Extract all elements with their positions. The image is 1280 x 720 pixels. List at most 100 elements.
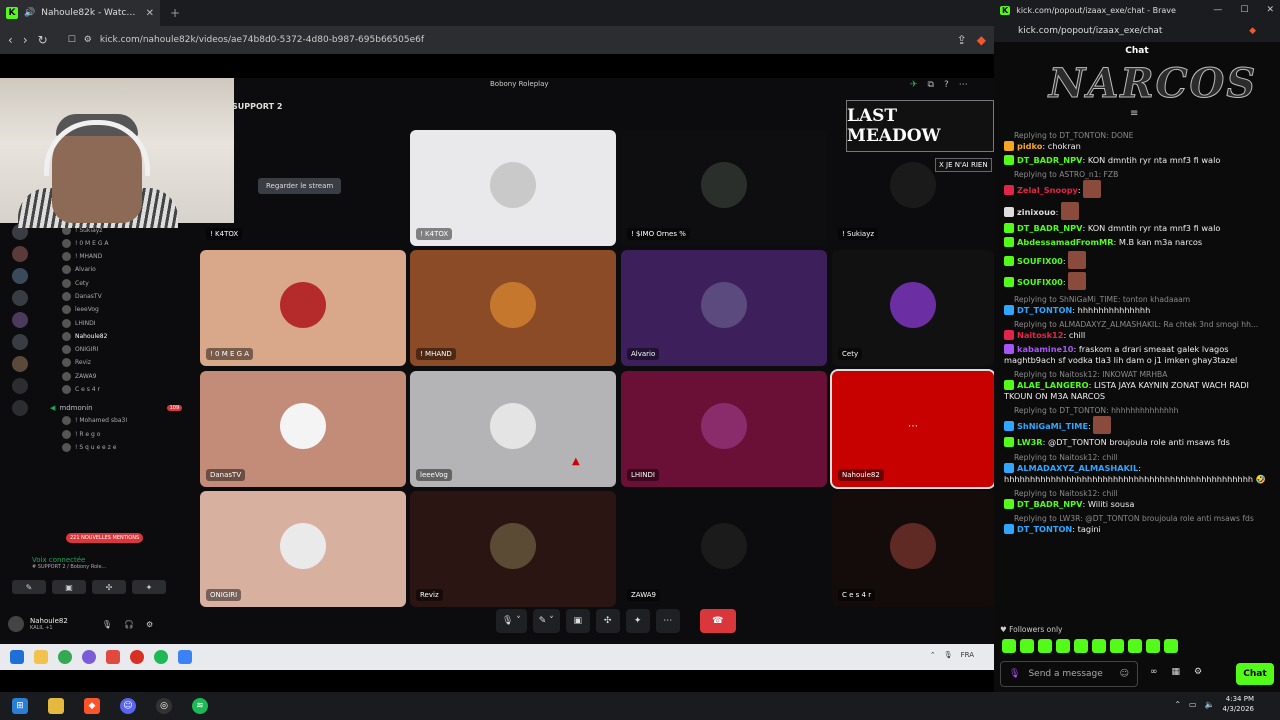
participant-tile[interactable]: ! MHAND xyxy=(410,250,616,366)
chat-username[interactable]: SOUFIX00 xyxy=(1017,277,1063,287)
file-explorer-icon[interactable] xyxy=(48,698,64,714)
activities-button[interactable]: ✣ xyxy=(595,609,620,633)
soundboard-icon[interactable]: ✦ xyxy=(132,580,166,594)
channel-user[interactable]: ! MHAND xyxy=(62,251,190,263)
emote-icon[interactable] xyxy=(1128,639,1142,653)
link-icon[interactable]: ∞ xyxy=(1150,667,1158,677)
address-bar[interactable]: ☐ ⚙ kick.com/nahoule82k/videos/ae74b8d0-… xyxy=(58,30,947,50)
volume-icon[interactable]: 🔈 xyxy=(1205,700,1215,709)
network-icon[interactable]: ▭ xyxy=(1189,700,1197,709)
forward-icon[interactable]: › xyxy=(23,33,28,47)
participant-tile[interactable]: ! 0 M E G A xyxy=(200,250,406,366)
chat-username[interactable]: DT_TONTON xyxy=(1017,305,1072,315)
channel-user[interactable]: leeeVog xyxy=(62,304,190,316)
back-icon[interactable]: ‹ xyxy=(8,33,13,47)
channel-user[interactable]: Reviz xyxy=(62,357,190,369)
minimize-icon[interactable]: — xyxy=(1213,5,1222,15)
chat-username[interactable]: DT_BADR_NPV xyxy=(1017,499,1082,509)
emote-icon[interactable] xyxy=(1002,639,1016,653)
emote-icon[interactable] xyxy=(1092,639,1106,653)
pinned-toggle-icon[interactable]: ≡ xyxy=(1130,108,1138,119)
help-icon[interactable]: ? xyxy=(944,80,949,90)
channel-user[interactable]: C e s 4 r xyxy=(62,384,190,396)
emote-icon[interactable] xyxy=(1020,639,1034,653)
more-button[interactable]: ⋯ xyxy=(655,609,680,633)
site-info-icon[interactable]: ⚙ xyxy=(84,35,92,45)
start-icon[interactable]: ⊞ xyxy=(12,698,28,714)
chat-username[interactable]: Zelal_Snoopy xyxy=(1017,185,1078,195)
screen-share-icon[interactable]: ▣ xyxy=(52,580,86,594)
brave-shield-icon[interactable]: ◆ xyxy=(977,33,986,47)
channel-user[interactable]: ! Mohamed sba3I xyxy=(62,415,190,427)
participant-tile[interactable]: ! K4TOX xyxy=(410,130,616,246)
mic-toggle-button[interactable]: 🎙 ˅ xyxy=(496,609,527,633)
headset-icon[interactable]: 🎧 xyxy=(124,620,134,629)
discord-icon[interactable]: ☺ xyxy=(120,698,136,714)
participant-tile[interactable]: Reviz xyxy=(410,491,616,607)
chat-username[interactable]: kabamine10 xyxy=(1017,344,1073,354)
chat-username[interactable]: ALAE_LANGERO xyxy=(1017,380,1089,390)
obs-icon[interactable]: ◎ xyxy=(156,698,172,714)
chat-username[interactable]: AbdessamadFromMR xyxy=(1017,237,1114,247)
share-icon[interactable]: ⇪ xyxy=(957,33,967,47)
channel-user[interactable]: DanasTV xyxy=(62,290,190,302)
emote-icon[interactable] xyxy=(1074,639,1088,653)
chat-username[interactable]: zinixouo xyxy=(1017,207,1056,217)
close-icon[interactable]: ✕ xyxy=(1266,5,1274,15)
emote-icon[interactable] xyxy=(1146,639,1160,653)
chat-username[interactable]: pidko xyxy=(1017,141,1042,151)
store-icon[interactable]: ▦ xyxy=(1172,667,1181,677)
send-chat-button[interactable]: Chat xyxy=(1236,663,1274,685)
settings-icon[interactable]: ⚙ xyxy=(1194,667,1202,677)
bookmark-icon[interactable]: ☐ xyxy=(68,35,76,45)
chat-username[interactable]: LW3R xyxy=(1017,437,1043,447)
new-tab-icon[interactable]: + xyxy=(170,6,180,20)
channel-user[interactable]: ! S q u e e z e xyxy=(62,441,190,453)
more-icon[interactable]: ⋯ xyxy=(959,80,968,90)
participant-tile[interactable]: Cety xyxy=(832,250,994,366)
channel-user[interactable]: ONIGIRI xyxy=(62,344,190,356)
add-server-icon[interactable] xyxy=(12,378,28,394)
server-icon[interactable] xyxy=(12,312,28,328)
chat-username[interactable]: Naitosk12 xyxy=(1017,330,1063,340)
chat-username[interactable]: DT_BADR_NPV xyxy=(1017,223,1082,233)
emoji-icon[interactable]: ☺ xyxy=(1120,669,1129,679)
emote-icon[interactable] xyxy=(1056,639,1070,653)
brave-shield-icon[interactable]: ◆ xyxy=(1249,26,1256,36)
mic-icon[interactable]: 🎙 xyxy=(1009,669,1020,679)
channel-user[interactable]: Cety xyxy=(62,277,190,289)
channel-user[interactable]: LHINDI xyxy=(62,317,190,329)
channel-user[interactable]: Nahoule82 xyxy=(62,330,190,342)
chevron-up-icon[interactable]: ⌃ xyxy=(1174,700,1181,709)
participant-tile[interactable]: ⋯ Nahoule82 xyxy=(830,369,996,489)
soundboard-button[interactable]: ✦ xyxy=(625,609,650,633)
camera-toggle-button[interactable]: ✎ ˅ xyxy=(532,609,560,633)
channel-user[interactable]: ! R e g o xyxy=(62,428,190,440)
spotify-icon[interactable]: ≋ xyxy=(192,698,208,714)
participant-tile[interactable]: DanasTV xyxy=(200,371,406,487)
participant-tile[interactable]: C e s 4 r xyxy=(832,491,994,607)
popout-icon[interactable]: ⧉ xyxy=(928,80,934,90)
tab-vod[interactable]: K 🔊 Nahoule82k - Watch the VOD ✕ xyxy=(0,0,160,26)
disconnect-button[interactable]: ☎ xyxy=(699,609,736,633)
emote-icon[interactable] xyxy=(1038,639,1052,653)
mic-icon[interactable]: 🎙 xyxy=(102,620,112,629)
chat-username[interactable]: DT_TONTON xyxy=(1017,524,1072,534)
activities-icon[interactable]: ✣ xyxy=(92,580,126,594)
participant-tile[interactable]: ! $IMO Ornes % xyxy=(621,130,827,246)
channel-user[interactable]: ! 0 M E G A xyxy=(62,237,190,249)
channel-user[interactable]: ZAWA9 xyxy=(62,370,190,382)
boost-icon[interactable]: ✈ xyxy=(910,80,918,90)
participant-tile[interactable]: Alvario xyxy=(621,250,827,366)
screen-share-button[interactable]: ▣ xyxy=(565,609,590,633)
chat-username[interactable]: SOUFIX00 xyxy=(1017,256,1063,266)
clock[interactable]: 4:34 PM 4/3/2026 xyxy=(1223,694,1254,714)
avatar[interactable] xyxy=(8,616,24,632)
server-icon[interactable] xyxy=(12,268,28,284)
chat-username[interactable]: DT_BADR_NPV xyxy=(1017,155,1082,165)
channel-user[interactable]: Alvario xyxy=(62,264,190,276)
participant-tile[interactable]: ONIGIRI xyxy=(200,491,406,607)
voice-channel-mdmonin[interactable]: ◀ mdmonin 109 xyxy=(50,402,190,414)
maximize-icon[interactable]: ☐ xyxy=(1240,5,1248,15)
reload-icon[interactable]: ↻ xyxy=(38,33,48,47)
